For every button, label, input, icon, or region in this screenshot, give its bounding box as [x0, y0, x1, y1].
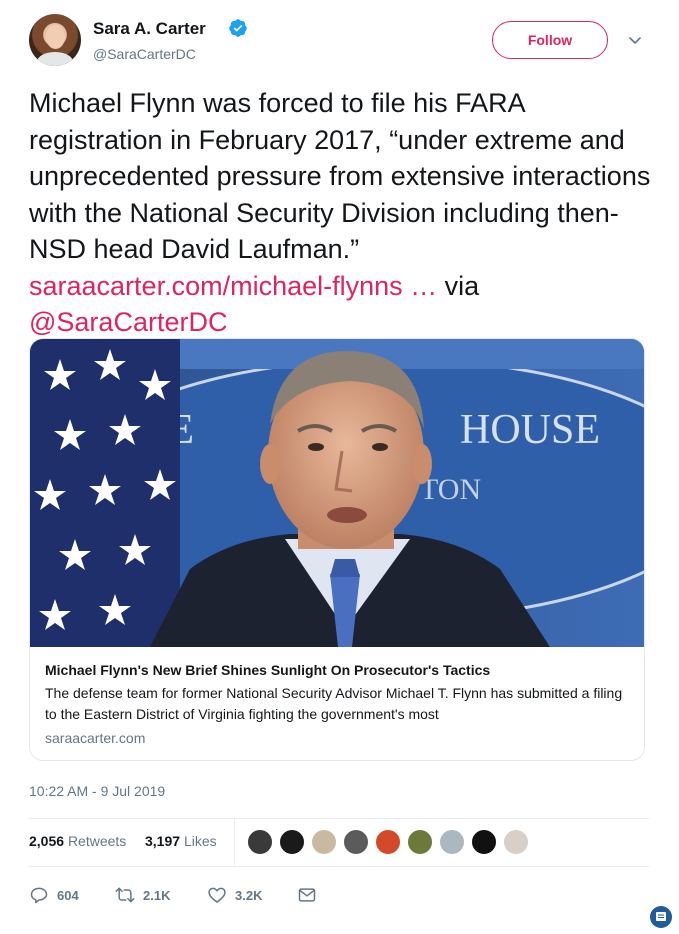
liker-avatar[interactable] — [503, 829, 529, 855]
card-photo: HE HOUSE TON — [30, 339, 644, 647]
card-body[interactable]: Michael Flynn's New Brief Shines Sunligh… — [30, 647, 644, 760]
reply-count: 604 — [57, 887, 79, 903]
author-handle[interactable]: @SaraCarterDC — [93, 46, 196, 62]
heart-icon — [208, 887, 226, 903]
liker-avatar[interactable] — [375, 829, 401, 855]
tweet-header: Sara A. Carter @SaraCarterDC Follow — [29, 14, 649, 70]
card-title[interactable]: Michael Flynn's New Brief Shines Sunligh… — [45, 661, 631, 679]
chevron-down-icon[interactable] — [627, 32, 643, 48]
divider — [29, 866, 649, 867]
likes-stat[interactable]: 3,197 Likes — [145, 833, 217, 849]
tweet-body: Michael Flynn was forced to file his FAR… — [29, 88, 651, 264]
direct-message-button[interactable] — [297, 883, 317, 907]
retweet-button[interactable]: 2.1K — [115, 883, 170, 907]
liker-avatar[interactable] — [439, 829, 465, 855]
follow-button[interactable]: Follow — [492, 21, 608, 59]
author-name[interactable]: Sara A. Carter — [93, 19, 206, 39]
link-card[interactable]: HE HOUSE TON — [29, 338, 645, 761]
retweet-icon — [115, 887, 135, 903]
card-domain: saraacarter.com — [45, 730, 146, 746]
retweets-stat[interactable]: 2,056 Retweets — [29, 833, 126, 849]
extension-badge-icon[interactable] — [650, 906, 672, 928]
card-image[interactable]: HE HOUSE TON — [30, 339, 644, 647]
verified-badge-icon — [229, 19, 247, 37]
retweet-count: 2.1K — [143, 887, 171, 903]
tweet-mention[interactable]: @SaraCarterDC — [29, 307, 227, 337]
liker-avatar[interactable] — [279, 829, 305, 855]
retweets-count: 2,056 — [29, 833, 65, 849]
divider — [29, 818, 649, 819]
likes-label: Likes — [183, 833, 217, 849]
reply-button[interactable]: 604 — [29, 883, 79, 907]
tweet-link[interactable]: saraacarter.com/michael-flynns … — [29, 271, 437, 301]
envelope-icon — [298, 888, 316, 902]
stats-separator — [234, 819, 235, 865]
like-count: 3.2K — [235, 887, 263, 903]
liker-avatar[interactable] — [247, 829, 273, 855]
image-text-lower: TON — [420, 473, 481, 506]
liker-avatar[interactable] — [407, 829, 433, 855]
author-avatar[interactable] — [29, 14, 81, 66]
tweet-text: Michael Flynn was forced to file his FAR… — [29, 85, 654, 341]
reply-icon — [30, 887, 48, 904]
liker-avatar[interactable] — [343, 829, 369, 855]
image-text-right: HOUSE — [460, 407, 600, 453]
tweet-timestamp[interactable]: 10:22 AM - 9 Jul 2019 — [29, 783, 165, 799]
tweet-via: via — [437, 270, 480, 301]
like-button[interactable]: 3.2K — [207, 883, 262, 907]
liker-avatar[interactable] — [471, 829, 497, 855]
liker-avatar[interactable] — [311, 829, 337, 855]
card-description: The defense team for former National Sec… — [45, 685, 623, 722]
likes-count: 3,197 — [145, 833, 181, 849]
retweets-label: Retweets — [67, 833, 127, 849]
